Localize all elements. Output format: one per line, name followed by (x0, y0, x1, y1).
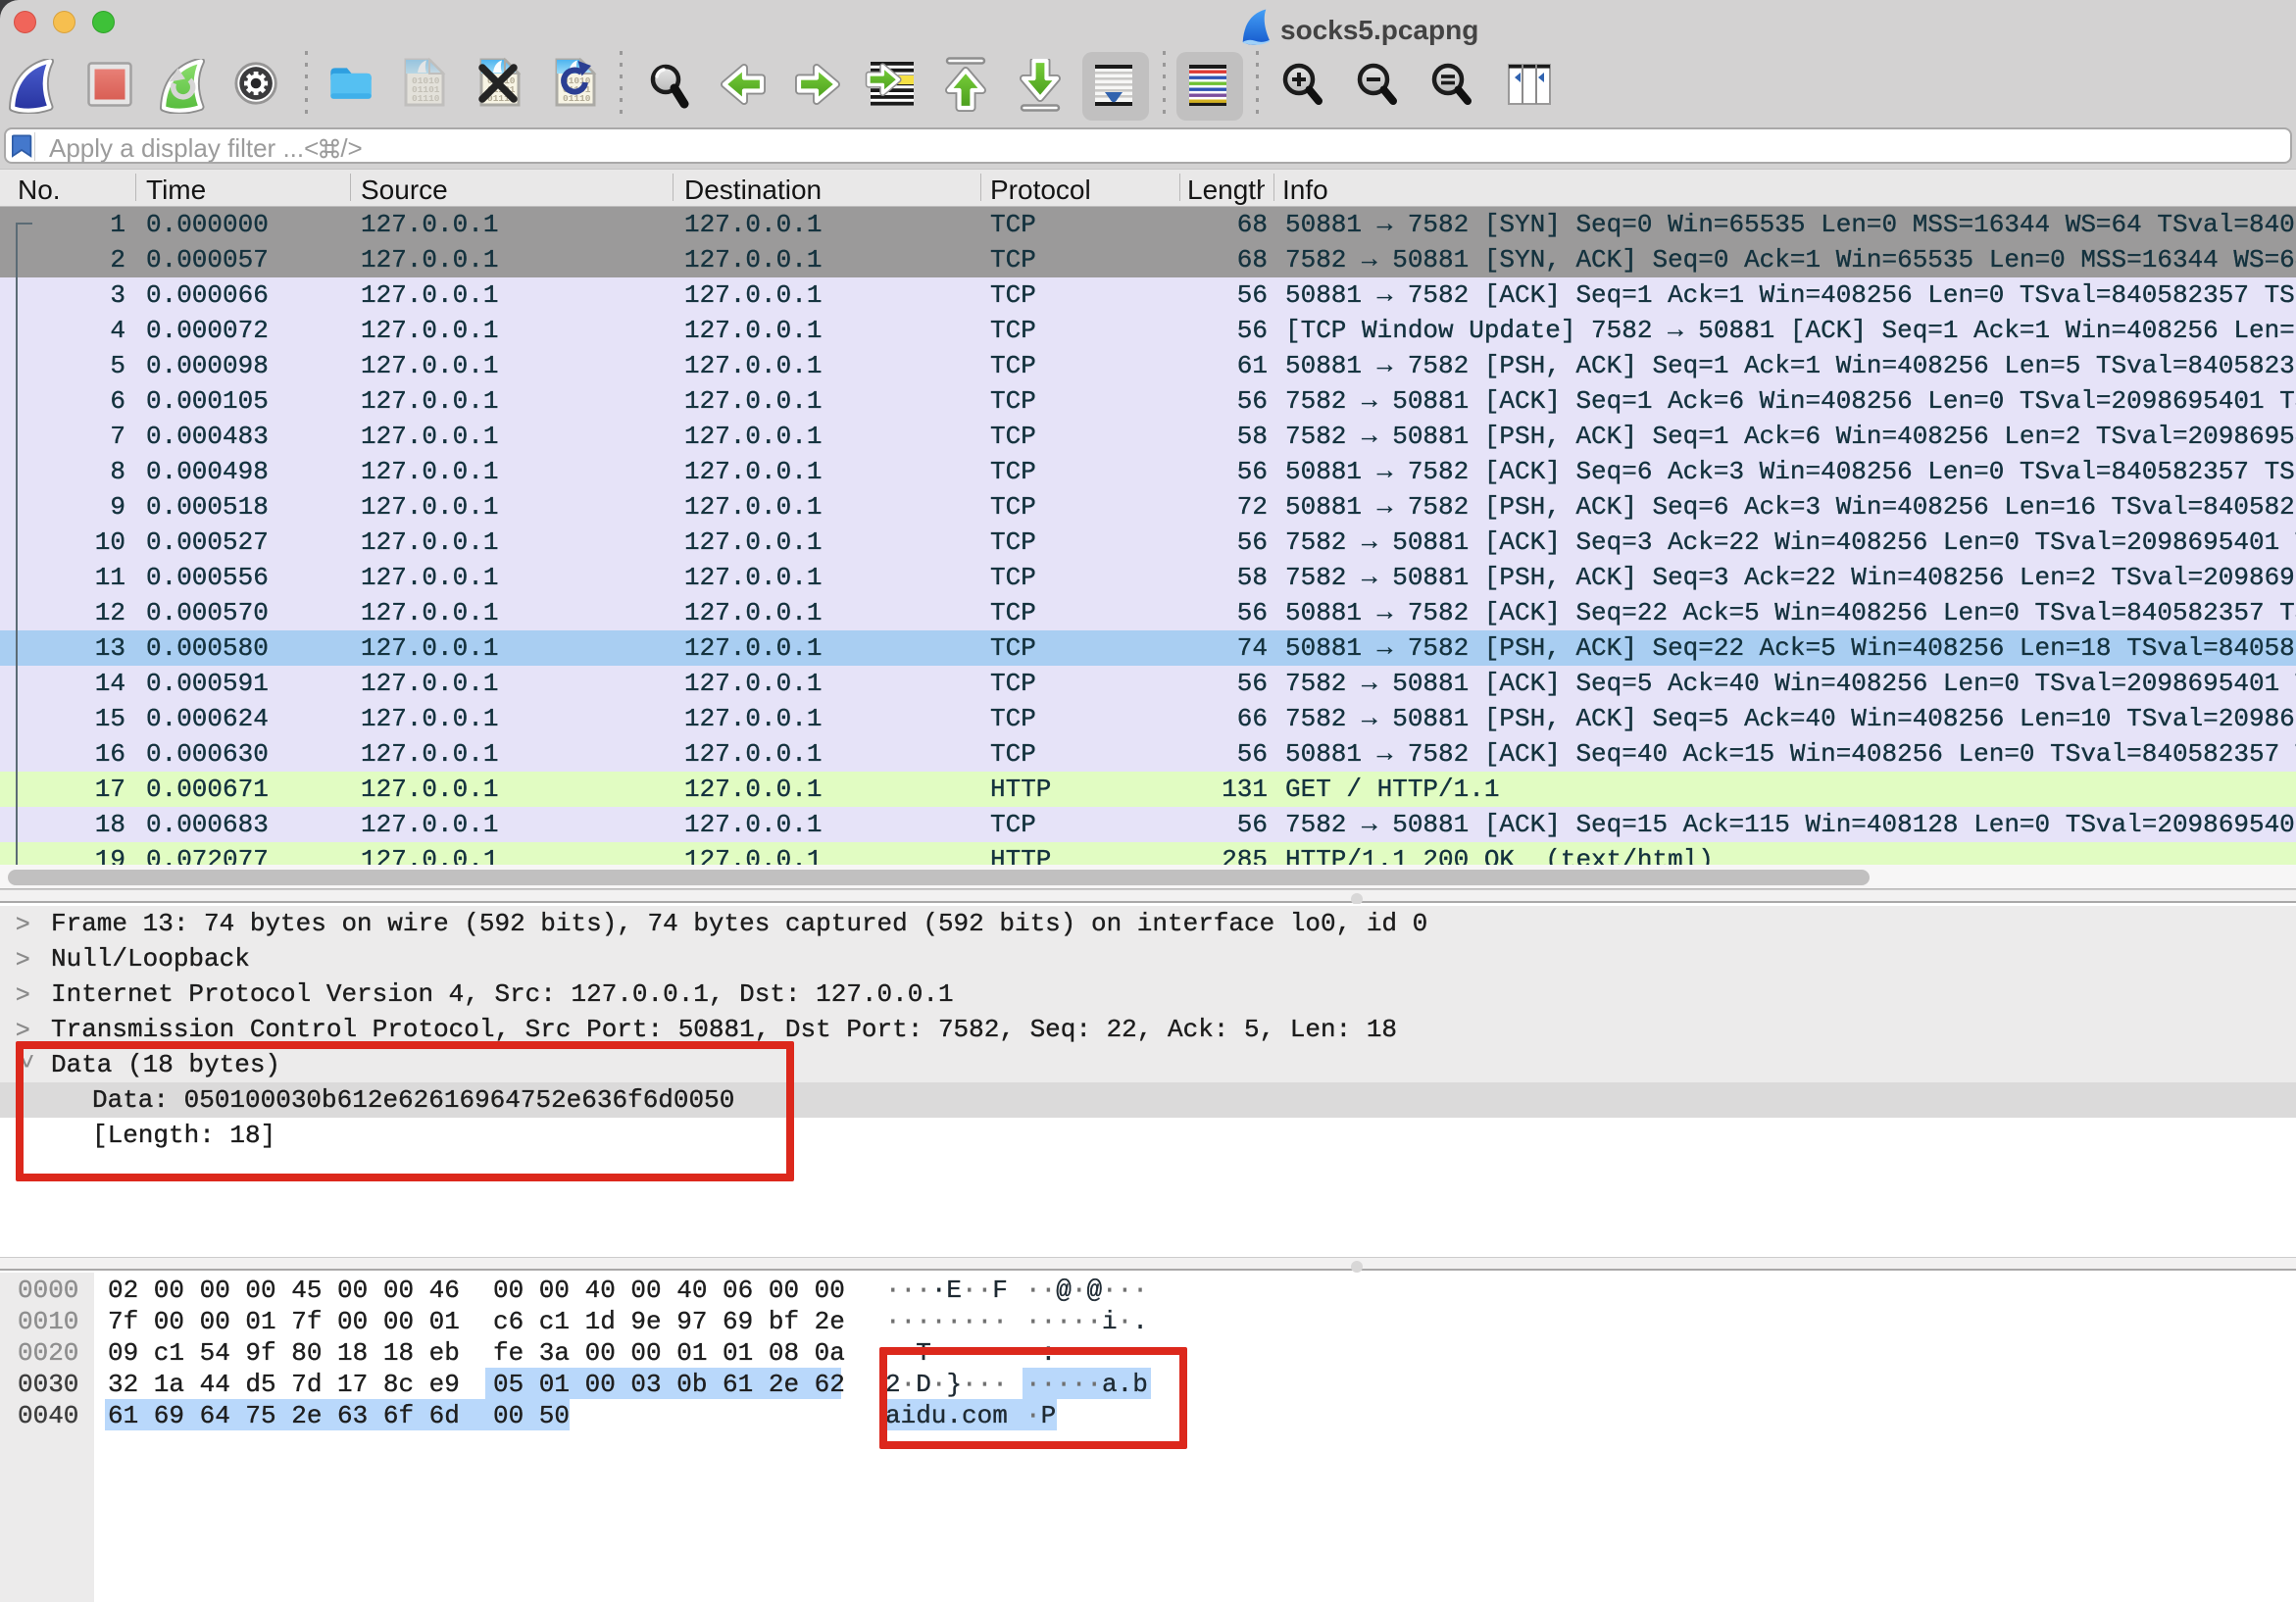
svg-text:01110: 01110 (563, 93, 591, 104)
svg-text:01110: 01110 (412, 93, 440, 104)
